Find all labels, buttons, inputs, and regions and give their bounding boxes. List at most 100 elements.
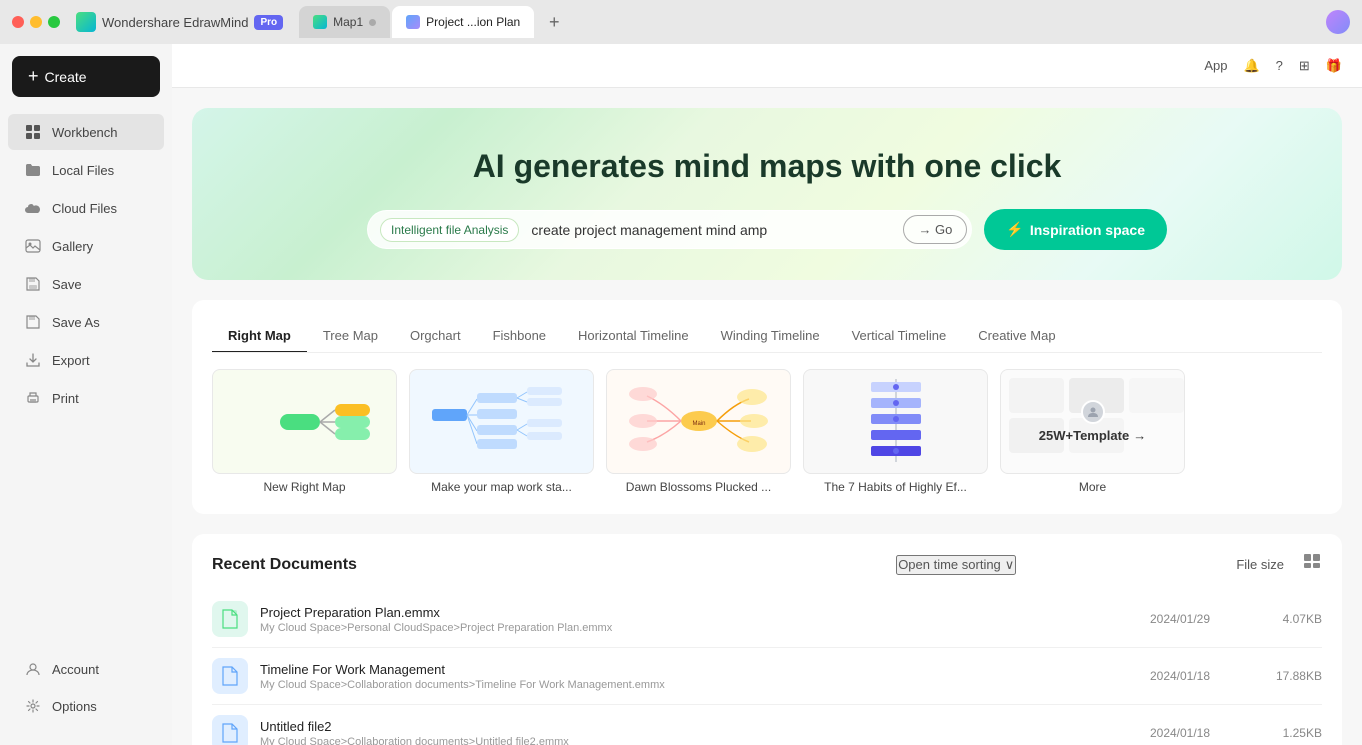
titlebar-right (1326, 10, 1350, 34)
tab-tree-map[interactable]: Tree Map (307, 320, 394, 353)
doc-date-2: 2024/01/18 (1130, 669, 1230, 683)
7-habits-label: The 7 Habits of Highly Ef... (803, 480, 988, 494)
sidebar: + Create Workbench Local Files (0, 44, 172, 745)
export-label: Export (52, 353, 90, 368)
app-name: Wondershare EdrawMind (102, 15, 248, 30)
map-type-tabs: Right Map Tree Map Orgchart Fishbone Hor… (212, 320, 1322, 353)
grid-view-button[interactable]: ⊞ (1299, 58, 1310, 74)
maximize-button[interactable] (48, 16, 60, 28)
inspiration-label: Inspiration space (1030, 222, 1145, 238)
doc-name-1: Project Preparation Plan.emmx (260, 605, 1118, 620)
titlebar: Wondershare EdrawMind Pro Map1 Project .… (0, 0, 1362, 44)
bell-button[interactable]: 🔔 (1243, 58, 1259, 74)
tab-creative-map[interactable]: Creative Map (962, 320, 1071, 353)
7-habits-diagram (816, 374, 976, 469)
tab-label-2: Project ...ion Plan (426, 15, 520, 29)
pro-badge: Pro (254, 15, 283, 30)
sidebar-item-account[interactable]: Account (8, 651, 164, 687)
doc-name-2: Timeline For Work Management (260, 662, 1118, 677)
create-button[interactable]: + Create (12, 56, 160, 97)
banner-input-row: Intelligent file Analysis → Go ⚡ Inspira… (367, 209, 1167, 250)
go-button[interactable]: → Go (903, 215, 967, 244)
account-label: Account (52, 662, 99, 677)
tab-orgchart[interactable]: Orgchart (394, 320, 477, 353)
doc-info-2: Timeline For Work Management My Cloud Sp… (260, 662, 1118, 691)
main-content: App 🔔 ? ⊞ 🎁 AI generates mind maps with … (172, 44, 1362, 745)
sort-button[interactable]: Open time sorting ∨ (896, 555, 1016, 575)
add-tab-button[interactable]: + (540, 8, 568, 36)
view-toggle-button[interactable] (1304, 554, 1322, 575)
dawn-blossoms-diagram: Main (619, 374, 779, 469)
cloud-icon (24, 199, 42, 217)
app-logo-icon (76, 12, 96, 32)
traffic-lights (12, 16, 60, 28)
sidebar-item-print[interactable]: Print (8, 380, 164, 416)
tab-label: Map1 (333, 15, 363, 29)
tab-icon-2 (406, 15, 420, 29)
doc-date-3: 2024/01/18 (1130, 726, 1230, 740)
browser-tabs: Map1 Project ...ion Plan + (299, 6, 568, 38)
recent-documents-header: Recent Documents Open time sorting ∨ Fil… (212, 554, 1322, 575)
gallery-label: Gallery (52, 239, 93, 254)
tab-horizontal-timeline[interactable]: Horizontal Timeline (562, 320, 705, 353)
app-layout: + Create Workbench Local Files (0, 44, 1362, 745)
sidebar-item-export[interactable]: Export (8, 342, 164, 378)
lightning-icon: ⚡ (1006, 221, 1023, 238)
tab-icon (313, 15, 327, 29)
sidebar-item-options[interactable]: Options (8, 688, 164, 724)
ai-prompt-input[interactable] (527, 216, 903, 244)
tab-project-plan[interactable]: Project ...ion Plan (392, 6, 534, 38)
template-count-badge: 25W+Template → (1039, 428, 1146, 443)
7-habits-card[interactable]: The 7 Habits of Highly Ef... (803, 369, 988, 494)
user-avatar[interactable] (1326, 10, 1350, 34)
gift-button[interactable]: 🎁 (1326, 58, 1342, 74)
help-button[interactable]: ? (1276, 58, 1283, 73)
more-templates-card[interactable]: 25W+Template → More (1000, 369, 1185, 494)
save-as-icon (24, 313, 42, 331)
sidebar-item-save[interactable]: Save (8, 266, 164, 302)
tree-map-diagram (422, 374, 582, 469)
close-button[interactable] (12, 16, 24, 28)
tab-right-map[interactable]: Right Map (212, 320, 307, 353)
new-right-map-label: New Right Map (212, 480, 397, 494)
doc-icon-3 (212, 715, 248, 745)
doc-size-3: 1.25KB (1242, 726, 1322, 740)
tab-fishbone[interactable]: Fishbone (477, 320, 562, 353)
dawn-blossoms-label: Dawn Blossoms Plucked ... (606, 480, 791, 494)
recent-docs-title: Recent Documents (212, 556, 896, 574)
right-map-diagram (235, 382, 375, 462)
work-map-card[interactable]: Make your map work sta... (409, 369, 594, 494)
sidebar-item-cloud-files[interactable]: Cloud Files (8, 190, 164, 226)
tab-winding-timeline[interactable]: Winding Timeline (705, 320, 836, 353)
tab-dot (369, 19, 376, 26)
save-label: Save (52, 277, 82, 292)
doc-info-3: Untitled file2 My Cloud Space>Collaborat… (260, 719, 1118, 745)
doc-path-3: My Cloud Space>Collaboration documents>U… (260, 736, 1118, 745)
sidebar-item-local-files[interactable]: Local Files (8, 152, 164, 188)
doc-row[interactable]: Timeline For Work Management My Cloud Sp… (212, 648, 1322, 705)
doc-row[interactable]: Project Preparation Plan.emmx My Cloud S… (212, 591, 1322, 648)
app-button[interactable]: App (1204, 58, 1227, 73)
options-label: Options (52, 699, 97, 714)
sidebar-item-gallery[interactable]: Gallery (8, 228, 164, 264)
banner-input-container: Intelligent file Analysis → Go (367, 210, 972, 249)
minimize-button[interactable] (30, 16, 42, 28)
tab-vertical-timeline[interactable]: Vertical Timeline (836, 320, 963, 353)
tab-map1[interactable]: Map1 (299, 6, 390, 38)
export-icon (24, 351, 42, 369)
sidebar-item-save-as[interactable]: Save As (8, 304, 164, 340)
print-label: Print (52, 391, 79, 406)
save-as-label: Save As (52, 315, 100, 330)
doc-name-3: Untitled file2 (260, 719, 1118, 734)
intelligent-analysis-tag[interactable]: Intelligent file Analysis (380, 218, 519, 242)
inspiration-space-button[interactable]: ⚡ Inspiration space (984, 209, 1167, 250)
account-icon (24, 660, 42, 678)
sidebar-item-workbench[interactable]: Workbench (8, 114, 164, 150)
sort-label: Open time sorting (898, 557, 1001, 572)
dawn-blossoms-card[interactable]: Main Dawn Blossoms Plucked ... (606, 369, 791, 494)
header-toolbar: App 🔔 ? ⊞ 🎁 (172, 44, 1362, 88)
new-right-map-card[interactable]: New Right Map (212, 369, 397, 494)
work-map-label: Make your map work sta... (409, 480, 594, 494)
doc-row[interactable]: Untitled file2 My Cloud Space>Collaborat… (212, 705, 1322, 745)
doc-info-1: Project Preparation Plan.emmx My Cloud S… (260, 605, 1118, 634)
